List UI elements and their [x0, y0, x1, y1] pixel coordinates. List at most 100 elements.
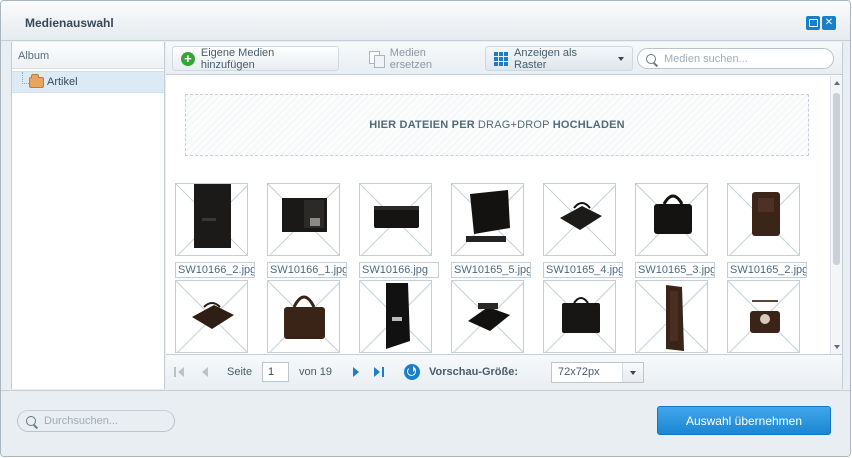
- thumbnail-image: [543, 183, 616, 256]
- media-thumbnail[interactable]: [727, 280, 801, 353]
- album-search[interactable]: [17, 410, 175, 432]
- last-page-icon[interactable]: [374, 367, 384, 378]
- thumbnail-filename: SW10165_2.jpg: [727, 262, 807, 278]
- thumbnail-image: [451, 183, 524, 256]
- thumbnail-filename: SW10165_5.jpg: [451, 262, 531, 278]
- thumbnail-filename: SW10166_2.jpg: [175, 262, 255, 278]
- media-thumbnail[interactable]: [267, 280, 341, 353]
- thumbnail-image: [359, 280, 432, 353]
- media-thumbnail[interactable]: SW10166.jpg: [359, 183, 439, 278]
- product-image: [654, 194, 692, 234]
- media-thumbnail[interactable]: SW10166_1.jpg: [267, 183, 347, 278]
- preview-size-value: 72x72px: [558, 366, 600, 378]
- thumbnail-image: [727, 280, 800, 353]
- thumbnail-image: [635, 183, 708, 256]
- thumbnail-image: [175, 280, 248, 353]
- next-page-icon[interactable]: [353, 367, 363, 378]
- replace-media-button[interactable]: Medien ersetzen: [361, 46, 478, 71]
- apply-selection-button[interactable]: Auswahl übernehmen: [657, 406, 831, 435]
- thumbnail-image: [635, 280, 708, 353]
- product-image: [284, 295, 325, 339]
- media-toolbar: + Eigene Medien hinzufügen Medien ersetz…: [166, 42, 842, 75]
- thumbnail-filename: SW10166_1.jpg: [267, 262, 347, 278]
- product-image: [562, 297, 600, 333]
- thumbnail-filename: SW10166.jpg: [359, 262, 439, 278]
- thumbnail-filename: SW10165_4.jpg: [543, 262, 623, 278]
- window-title: Medienauswahl: [25, 16, 114, 30]
- preview-size-label: Vorschau-Größe:: [429, 366, 519, 378]
- upload-dropzone[interactable]: HIER DATEIEN PER DRAG+DROP HOCHLADEN: [185, 94, 809, 156]
- maximize-icon[interactable]: [806, 16, 820, 30]
- sidebar-item-artikel[interactable]: Artikel: [12, 71, 164, 93]
- preview-size-select[interactable]: 72x72px: [551, 362, 644, 383]
- media-thumbnail[interactable]: SW10165_5.jpg: [451, 183, 531, 278]
- grid-icon: [494, 51, 508, 66]
- thumbnail-image: [267, 280, 340, 353]
- product-image: [466, 190, 510, 242]
- product-image: [560, 202, 602, 230]
- tree-connector: [22, 72, 29, 84]
- replace-media-label: Medien ersetzen: [389, 46, 432, 71]
- chevron-down-icon[interactable]: [622, 363, 643, 382]
- prev-page-icon[interactable]: [198, 367, 208, 378]
- dropzone-text-2: DRAG+DROP: [477, 119, 550, 131]
- view-mode-button[interactable]: Anzeigen als Raster: [485, 46, 633, 71]
- thumbnail-image: [267, 183, 340, 256]
- product-image: [282, 198, 327, 232]
- product-image: [192, 302, 234, 329]
- media-thumbnail[interactable]: SW10165_2.jpg: [727, 183, 807, 278]
- pagination-bar: Seite von 19 Vorschau-Größe: 72x72px: [166, 354, 842, 389]
- product-image: [386, 283, 410, 349]
- sidebar-item-label: Artikel: [47, 76, 78, 88]
- scroll-down-icon[interactable]: [834, 345, 840, 349]
- media-thumbnail[interactable]: SW10165_4.jpg: [543, 183, 623, 278]
- first-page-icon[interactable]: [174, 367, 184, 378]
- folder-icon: [29, 74, 44, 88]
- dropzone-text-1: HIER DATEIEN PER: [369, 119, 475, 131]
- page-number-input[interactable]: [262, 362, 289, 382]
- thumbnail-image: [543, 280, 616, 353]
- media-thumbnail[interactable]: [543, 280, 617, 353]
- add-media-button[interactable]: + Eigene Medien hinzufügen: [172, 46, 339, 71]
- scroll-up-icon[interactable]: [834, 81, 840, 85]
- page-label: Seite: [227, 366, 253, 378]
- media-thumbnail[interactable]: SW10166_2.jpg: [175, 183, 255, 278]
- page-count: von 19: [299, 366, 333, 378]
- media-thumbnail[interactable]: [635, 280, 709, 353]
- window-titlebar: Medienauswahl ✕: [1, 1, 850, 41]
- media-search-input[interactable]: [664, 52, 833, 65]
- add-media-label: Eigene Medien hinzufügen: [200, 46, 275, 71]
- scroll-thumb[interactable]: [833, 93, 840, 265]
- search-icon: [26, 416, 36, 426]
- thumbnail-filename: SW10165_3.jpg: [635, 262, 715, 278]
- product-image: [750, 300, 780, 333]
- close-icon[interactable]: ✕: [822, 16, 836, 30]
- product-image: [666, 285, 684, 351]
- product-image: [374, 206, 419, 228]
- product-image: [752, 192, 780, 236]
- media-selection-window: Medienauswahl ✕ Album Artikel + Eigene M…: [0, 0, 851, 457]
- album-search-input[interactable]: [44, 415, 174, 427]
- media-scrollbar[interactable]: [830, 76, 842, 354]
- media-panel: + Eigene Medien hinzufügen Medien ersetz…: [166, 42, 843, 389]
- thumbnail-image: [175, 183, 248, 256]
- thumbnail-image: [727, 183, 800, 256]
- product-image: [194, 184, 231, 248]
- album-header: Album: [12, 42, 164, 69]
- media-thumbnail[interactable]: [451, 280, 525, 353]
- plus-circle-icon: +: [181, 51, 195, 66]
- chevron-down-icon: [618, 56, 624, 61]
- refresh-icon[interactable]: [404, 364, 420, 380]
- thumbnail-image: [451, 280, 524, 353]
- media-search[interactable]: [637, 48, 834, 69]
- media-thumbnail[interactable]: [175, 280, 249, 353]
- media-thumbnail[interactable]: [359, 280, 433, 353]
- media-thumbnail[interactable]: SW10165_3.jpg: [635, 183, 715, 278]
- product-image: [468, 303, 510, 331]
- thumbnail-image: [359, 183, 432, 256]
- replace-icon: [369, 50, 385, 68]
- album-sidebar: Album Artikel: [11, 42, 165, 389]
- media-content: HIER DATEIEN PER DRAG+DROP HOCHLADEN SW1…: [166, 76, 830, 354]
- view-mode-label: Anzeigen als Raster: [514, 46, 577, 71]
- search-icon: [646, 53, 656, 64]
